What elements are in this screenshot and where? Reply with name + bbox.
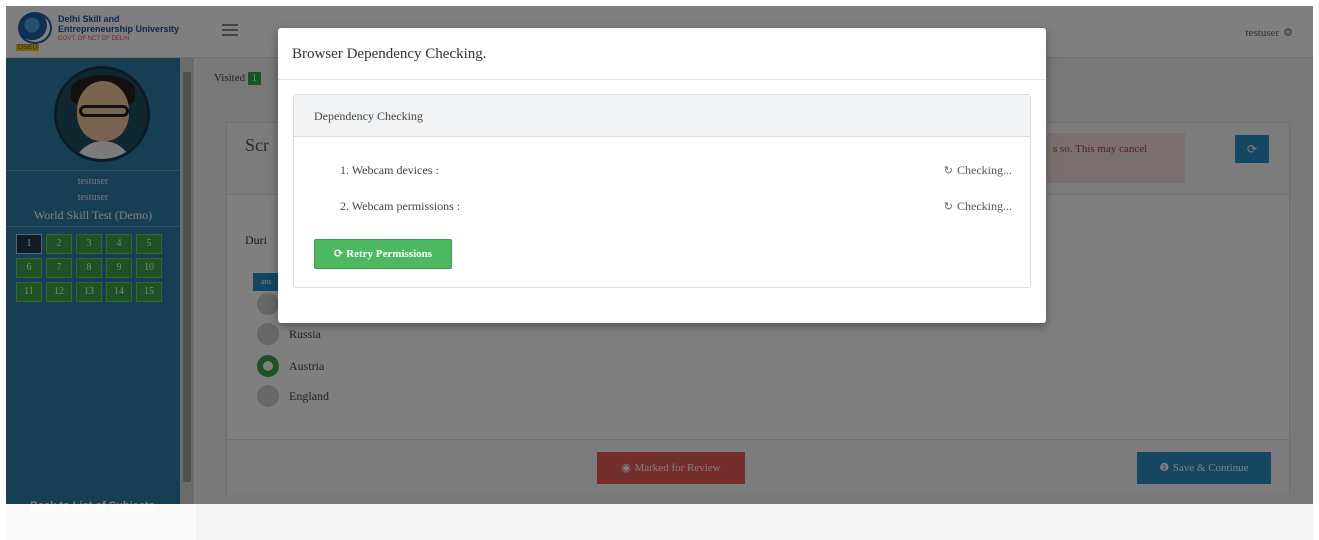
check-status: ↻ Checking... — [944, 199, 1012, 214]
retry-label: Retry Permissions — [346, 248, 433, 260]
check-status-text: Checking... — [957, 199, 1012, 213]
check-row-webcam-devices: 1. Webcam devices : ↻ Checking... — [340, 163, 1012, 181]
retry-permissions-button[interactable]: ⟳ Retry Permissions — [314, 239, 452, 269]
dependency-panel: Dependency Checking 1. Webcam devices : … — [293, 94, 1031, 288]
modal-header: Browser Dependency Checking. — [278, 28, 1046, 80]
modal-title: Browser Dependency Checking. — [292, 46, 487, 62]
check-label: 2. Webcam permissions : — [340, 199, 461, 213]
refresh-icon: ⟳ — [333, 247, 344, 260]
check-row-webcam-permissions: 2. Webcam permissions : ↻ Checking... — [340, 199, 1012, 217]
dependency-check-modal: Browser Dependency Checking. Dependency … — [278, 28, 1046, 323]
spinner-icon: ↻ — [943, 164, 953, 177]
check-status: ↻ Checking... — [944, 163, 1012, 178]
page-footer — [196, 504, 1313, 540]
spinner-icon: ↻ — [943, 200, 953, 213]
panel-heading-text: Dependency Checking — [314, 109, 423, 123]
panel-heading: Dependency Checking — [294, 95, 1030, 137]
check-label: 1. Webcam devices : — [340, 163, 439, 177]
check-status-text: Checking... — [957, 163, 1012, 177]
